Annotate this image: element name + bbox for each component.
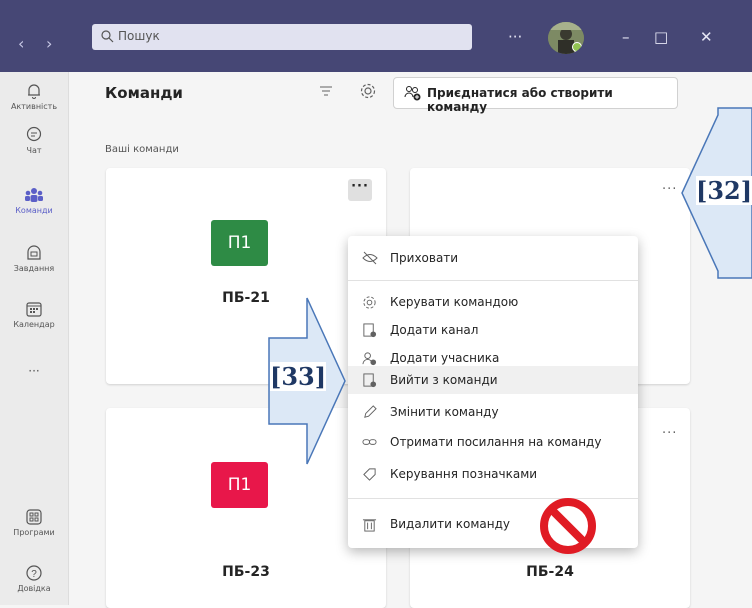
leave-icon [363,373,377,388]
rail-item-activity[interactable]: Активність [0,82,68,111]
gear-icon[interactable] [359,82,377,100]
menu-item-leave-team[interactable]: Вийти з команди [348,366,638,394]
rail-label: Чат [26,146,42,155]
rail-label: Програми [13,528,55,537]
teams-icon [25,188,43,202]
minimize-button[interactable]: – [622,28,630,46]
more-options-icon[interactable]: ··· [662,426,677,441]
forward-button[interactable]: › [46,34,52,53]
rail-item-more[interactable]: ··· [0,362,68,378]
title-bar: ‹ › Пошук ··· – □ ✕ [0,0,752,72]
rail-label: Активність [10,102,58,111]
rail-item-teams[interactable]: Команди [0,186,68,215]
more-options-icon[interactable]: ··· [348,179,372,201]
menu-item-edit-team[interactable]: Змінити команду [348,398,638,426]
menu-item-label: Керувати командою [390,295,519,309]
svg-text:?: ? [31,569,37,580]
add-member-icon [362,352,377,366]
menu-item-label: Керування позначками [390,467,538,481]
page-title: Команди [105,84,183,102]
more-icon: ··· [28,364,40,378]
rail-item-help[interactable]: ? Довідка [0,564,68,593]
calendar-icon [26,302,42,317]
menu-item-manage-team[interactable]: Керувати командою [348,288,638,316]
chat-icon [26,126,42,142]
menu-item-hide[interactable]: Приховати [348,244,638,272]
gear-icon [363,296,376,309]
back-button[interactable]: ‹ [18,34,24,53]
presence-icon [572,42,582,52]
edit-icon [364,405,377,418]
bell-icon [28,84,40,99]
menu-item-label: Отримати посилання на команду [390,435,602,449]
join-button-label: Приєднатися або створити команду [427,86,613,114]
rail-label: Завдання [13,264,55,273]
rail-item-chat[interactable]: Чат [0,126,68,155]
annotation-label: [32] [696,176,752,205]
filter-icon[interactable] [319,85,333,97]
help-icon: ? [26,565,42,581]
rail-label: Довідка [17,584,51,593]
menu-item-label: Приховати [390,251,459,265]
team-avatar-tile: П1 [211,462,268,508]
add-channel-icon [363,323,377,338]
menu-item-add-channel[interactable]: Додати канал [348,316,638,344]
menu-item-get-link[interactable]: Отримати посилання на команду [348,428,638,456]
menu-item-manage-tags[interactable]: Керування позначками [348,460,638,488]
menu-item-label: Додати канал [390,323,479,337]
menu-divider [348,280,638,281]
team-avatar-tile: П1 [211,220,268,266]
menu-item-label: Вийти з команди [390,373,498,387]
close-button[interactable]: ✕ [700,28,713,46]
tag-icon [363,468,376,481]
prohibition-icon [540,498,596,554]
menu-item-label: Видалити команду [390,517,510,531]
hide-icon [362,251,378,265]
join-or-create-team-button[interactable]: Приєднатися або створити команду [393,77,678,114]
assignments-icon [27,245,41,260]
app-rail: Активність Чат Команди Завдання Календар… [0,72,69,605]
rail-item-calendar[interactable]: Календар [0,300,68,329]
trash-icon [362,519,377,532]
link-icon [362,439,377,445]
search-input[interactable]: Пошук [92,24,472,50]
rail-label: Календар [13,320,55,329]
rail-item-apps[interactable]: Програми [0,508,68,537]
menu-item-label: Додати учасника [390,351,500,365]
rail-label: Команди [15,206,53,215]
rail-item-assignments[interactable]: Завдання [0,244,68,273]
more-options-icon[interactable]: ··· [662,182,677,197]
team-name: ПБ-23 [222,564,270,580]
section-label: Ваші команди [105,144,179,155]
search-icon [101,30,114,43]
maximize-button[interactable]: □ [654,28,668,46]
annotation-label: [33] [270,362,327,391]
add-people-icon [404,86,421,101]
apps-icon [26,509,42,525]
team-name: ПБ-24 [526,564,574,580]
more-options-button[interactable]: ··· [508,28,522,46]
avatar[interactable] [548,22,584,54]
menu-item-label: Змінити команду [390,405,499,419]
search-placeholder: Пошук [118,29,160,43]
